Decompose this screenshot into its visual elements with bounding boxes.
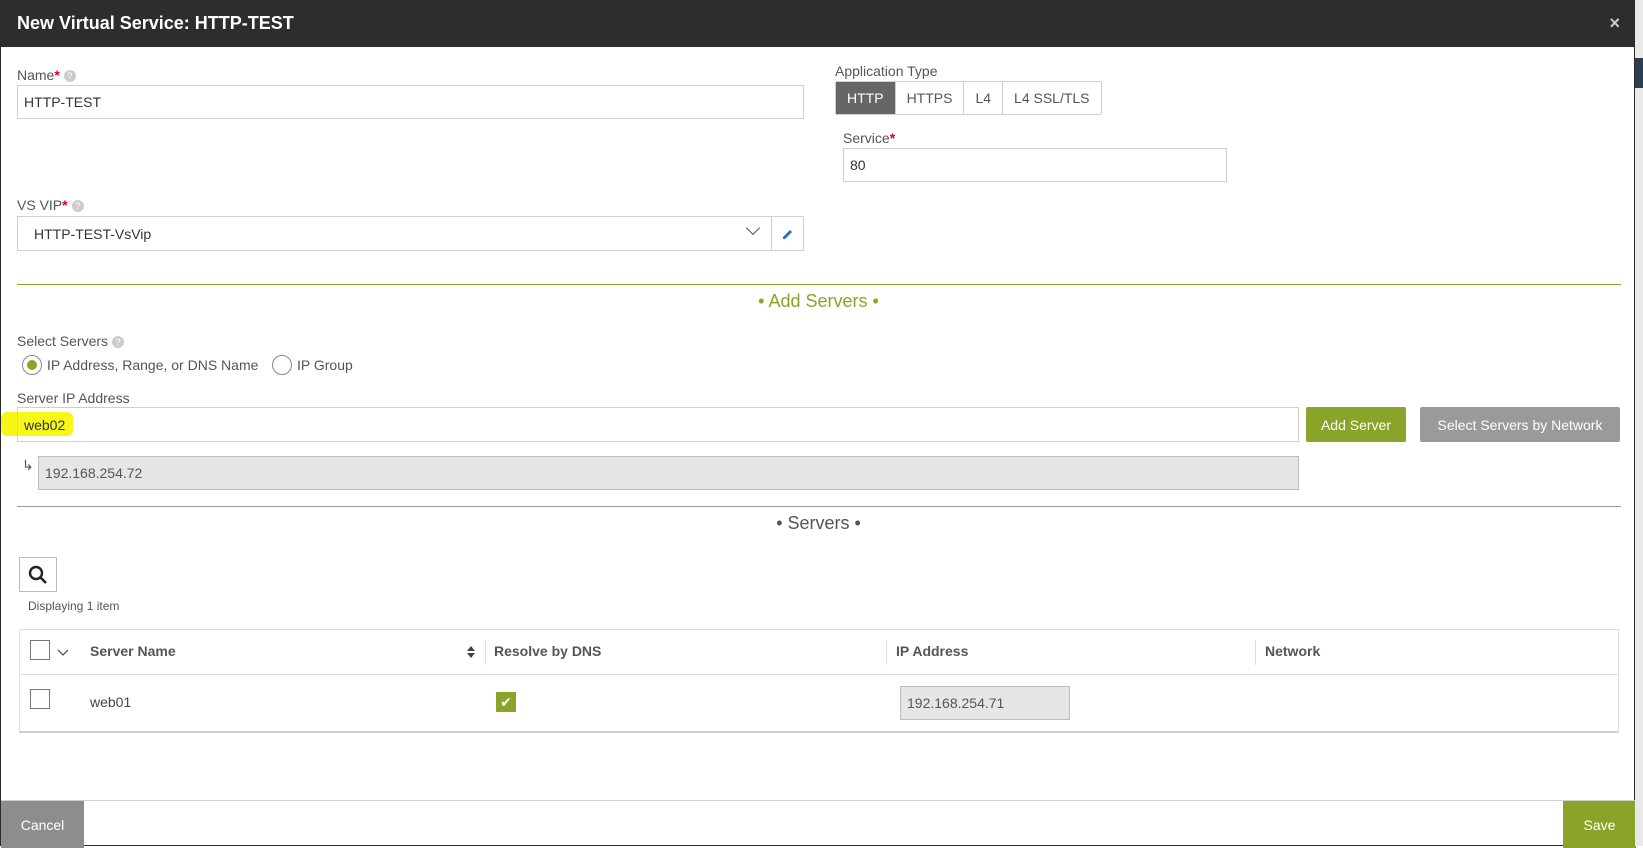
background-window-edge	[1635, 0, 1643, 846]
service-label: Service*	[843, 130, 895, 146]
radio-unselected-icon	[272, 355, 292, 375]
app-type-l4[interactable]: L4	[964, 82, 1004, 114]
column-separator	[485, 640, 486, 665]
search-icon	[28, 565, 47, 584]
server-name-cell: web01	[90, 694, 132, 710]
displaying-count: Displaying 1 item	[28, 599, 120, 613]
modal-title: New Virtual Service: HTTP-TEST	[17, 13, 294, 33]
radio-ip-address-label: IP Address, Range, or DNS Name	[47, 357, 259, 373]
help-icon[interactable]: ?	[112, 336, 125, 348]
name-label-text: Name	[17, 67, 55, 83]
column-ip-address: IP Address	[896, 643, 969, 659]
application-type-selector: HTTP HTTPS L4 L4 SSL/TLS	[835, 81, 1102, 115]
add-servers-divider	[17, 284, 1621, 285]
add-servers-title: • Add Servers •	[758, 291, 879, 311]
select-servers-by-network-button[interactable]: Select Servers by Network	[1420, 407, 1620, 442]
chevron-down-icon[interactable]	[57, 649, 69, 657]
save-button[interactable]: Save	[1563, 801, 1636, 848]
column-resolve-by-dns: Resolve by DNS	[494, 643, 602, 659]
select-all-checkbox[interactable]	[30, 640, 50, 660]
sort-icon[interactable]	[466, 645, 476, 659]
add-server-button[interactable]: Add Server	[1306, 407, 1406, 442]
name-input[interactable]: HTTP-TEST	[17, 85, 804, 119]
application-type-label: Application Type	[835, 63, 938, 79]
cancel-button[interactable]: Cancel	[1, 801, 84, 848]
new-virtual-service-modal: New Virtual Service: HTTP-TEST × Name*? …	[0, 0, 1636, 848]
chevron-down-icon	[745, 220, 761, 236]
servers-table: Server Name Resolve by DNS IP Address Ne…	[19, 629, 1619, 733]
service-input[interactable]: 80	[843, 148, 1227, 182]
select-servers-label-text: Select Servers	[17, 333, 109, 349]
vs-vip-label-text: VS VIP	[17, 197, 63, 213]
resolved-arrow-icon: ↳	[22, 457, 34, 473]
table-header: Server Name Resolve by DNS IP Address Ne…	[20, 630, 1618, 675]
server-ip-input[interactable]: web02	[17, 407, 1299, 442]
radio-ip-group[interactable]: IP Group	[272, 355, 353, 375]
name-label: Name*?	[17, 67, 76, 83]
edit-pencil-icon[interactable]	[771, 217, 804, 250]
column-separator	[886, 640, 887, 665]
required-marker: *	[62, 197, 68, 213]
servers-title: • Servers •	[776, 513, 861, 533]
resolved-ip-field: 192.168.254.72	[38, 456, 1299, 490]
servers-divider	[17, 506, 1621, 507]
select-servers-label: Select Servers?	[17, 333, 125, 349]
modal-footer: Cancel Save	[1, 800, 1636, 848]
close-icon[interactable]: ×	[1609, 13, 1620, 34]
row-checkbox[interactable]	[30, 689, 50, 709]
search-button[interactable]	[19, 557, 57, 592]
required-marker: *	[54, 67, 60, 83]
app-type-l4-ssl-tls[interactable]: L4 SSL/TLS	[1003, 82, 1101, 114]
radio-selected-icon	[22, 355, 42, 375]
ip-address-cell: 192.168.254.71	[900, 686, 1070, 720]
table-row: web01 ✔ 192.168.254.71	[20, 675, 1618, 731]
radio-ip-address[interactable]: IP Address, Range, or DNS Name	[22, 355, 258, 375]
modal-titlebar: New Virtual Service: HTTP-TEST ×	[1, 1, 1634, 47]
column-network: Network	[1265, 643, 1321, 659]
column-separator	[1255, 640, 1256, 665]
app-type-https[interactable]: HTTPS	[895, 82, 965, 114]
vs-vip-label: VS VIP*?	[17, 197, 84, 213]
help-icon[interactable]: ?	[63, 70, 76, 82]
radio-ip-group-label: IP Group	[297, 357, 353, 373]
required-marker: *	[889, 130, 896, 146]
vs-vip-value: HTTP-TEST-VsVip	[34, 226, 152, 242]
app-type-http[interactable]: HTTP	[836, 82, 896, 114]
vs-vip-select[interactable]: HTTP-TEST-VsVip	[17, 216, 804, 251]
column-server-name[interactable]: Server Name	[90, 643, 176, 659]
help-icon[interactable]: ?	[71, 200, 84, 212]
background-window-accent	[1635, 58, 1643, 88]
resolve-dns-checkbox-checked[interactable]: ✔	[496, 692, 516, 712]
service-label-text: Service	[843, 130, 890, 146]
server-ip-label: Server IP Address	[17, 390, 130, 406]
